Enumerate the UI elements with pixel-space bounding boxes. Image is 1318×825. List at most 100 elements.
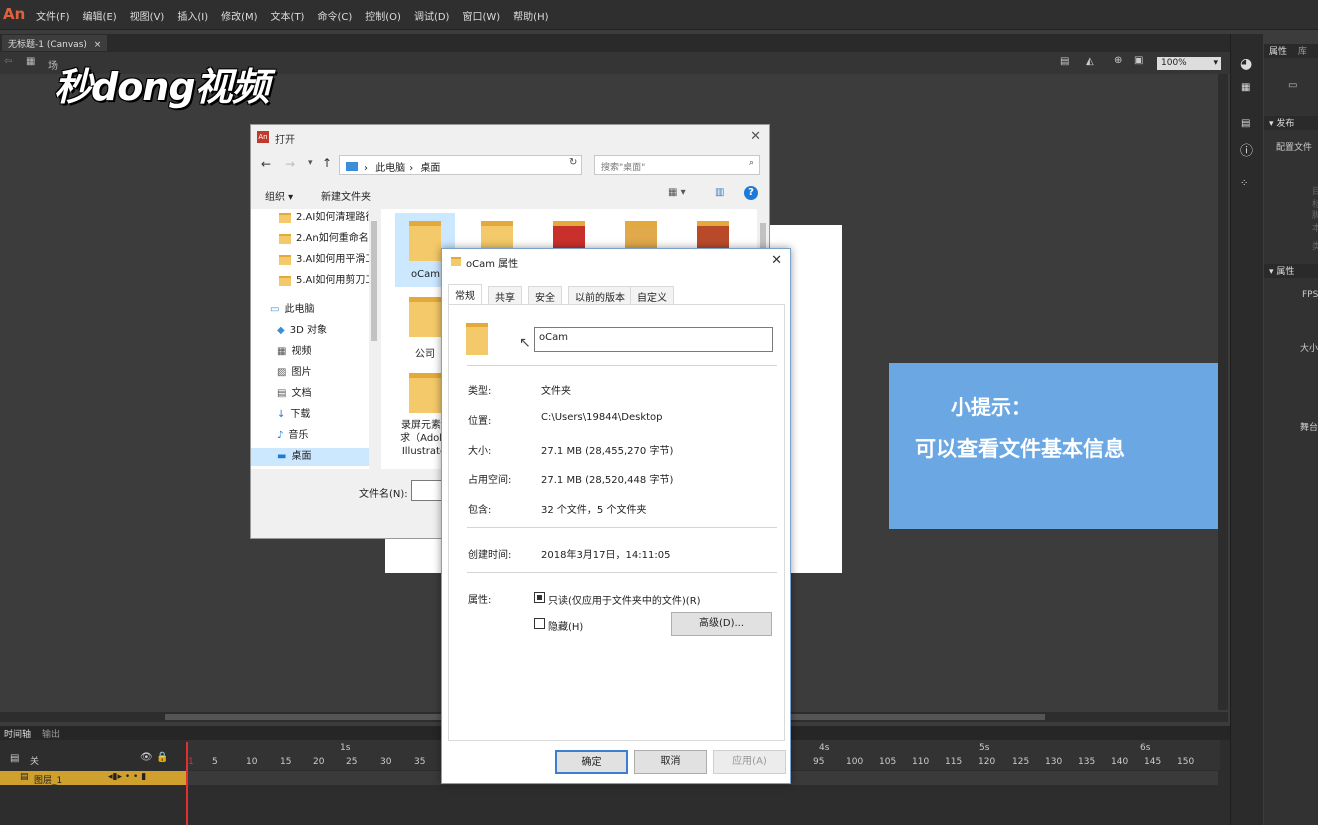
nav-scrollbar[interactable] xyxy=(369,209,379,469)
download-icon: ↓ xyxy=(277,409,286,420)
info-icon[interactable]: ⓘ xyxy=(1240,140,1253,159)
nav-desktop[interactable]: ▬ 桌面 xyxy=(251,448,369,466)
nav-3d-objects[interactable]: ◆ 3D 对象 xyxy=(277,322,327,340)
lock-icon[interactable]: 🔒 xyxy=(156,752,168,763)
refresh-icon[interactable]: ↻ xyxy=(569,157,577,168)
tab-customize[interactable]: 自定义 xyxy=(630,286,674,304)
folder-icon xyxy=(553,221,585,251)
tab-security[interactable]: 安全 xyxy=(528,286,562,304)
back-icon[interactable]: ← xyxy=(261,157,271,171)
menu-file[interactable]: 文件(F) xyxy=(36,8,70,23)
search-input[interactable]: 搜索"桌面" ⌕ xyxy=(594,155,760,175)
breadcrumb-desktop[interactable]: 桌面 xyxy=(420,163,440,174)
chevron-down-icon: ▾ xyxy=(1213,58,1218,68)
menu-insert[interactable]: 插入(I) xyxy=(177,8,208,23)
tab-output[interactable]: 输出 xyxy=(42,727,60,740)
nav-music[interactable]: ♪ 音乐 xyxy=(277,427,308,445)
tab-sharing[interactable]: 共享 xyxy=(488,286,522,304)
folder-name-value: oCam xyxy=(539,332,568,343)
hidden-checkbox[interactable] xyxy=(534,618,545,629)
tab-timeline[interactable]: 时间轴 xyxy=(4,727,31,740)
organize-button[interactable]: 组织 ▾ xyxy=(265,188,293,203)
help-icon[interactable]: ? xyxy=(744,186,758,200)
layer-name[interactable]: 图层_1 xyxy=(34,773,62,786)
clapper-icon[interactable]: ▤ xyxy=(1060,56,1069,67)
cancel-button[interactable]: 取消 xyxy=(634,750,707,774)
menu-window[interactable]: 窗口(W) xyxy=(462,8,500,23)
scene-icon[interactable]: ▦ xyxy=(26,56,35,67)
stage-vscrollbar[interactable] xyxy=(1218,74,1228,710)
layer-row[interactable]: ▤ 图层_1 ◂▮▸ • • ▮ xyxy=(0,771,186,786)
nav-downloads[interactable]: ↓ 下载 xyxy=(277,406,310,424)
frame-number: 150 xyxy=(1177,757,1195,767)
hint-text: 可以查看文件基本信息 xyxy=(915,437,1125,461)
nav-this-pc[interactable]: ▭ 此电脑 xyxy=(270,301,314,319)
menu-help[interactable]: 帮助(H) xyxy=(513,8,548,23)
address-bar[interactable]: › 此电脑 › 桌面 xyxy=(339,155,582,175)
tab-properties[interactable]: 属性 xyxy=(1269,47,1287,57)
back-arrow-icon[interactable]: ⇦ xyxy=(4,56,12,67)
forward-icon[interactable]: → xyxy=(285,157,295,171)
nav-folder[interactable]: 2.AI如何清理路径 xyxy=(279,209,375,227)
separator xyxy=(467,527,777,528)
menu-edit[interactable]: 编辑(E) xyxy=(83,8,117,23)
zoom-select[interactable]: 100% ▾ xyxy=(1157,57,1221,70)
document-tab[interactable]: 无标题-1 (Canvas) × xyxy=(2,35,108,51)
tab-previous-versions[interactable]: 以前的版本 xyxy=(568,286,632,304)
publish-header[interactable]: ▾ 发布 xyxy=(1264,116,1318,130)
playhead[interactable] xyxy=(186,742,188,825)
center-stage-icon[interactable]: ⊕ xyxy=(1114,55,1122,66)
eye-icon[interactable]: 👁 xyxy=(140,752,153,763)
tab-general[interactable]: 常规 xyxy=(448,284,482,305)
close-icon[interactable]: ✕ xyxy=(771,253,782,268)
nav-folder[interactable]: 3.AI如何用平滑工 xyxy=(279,251,375,269)
nav-pictures[interactable]: ▨ 图片 xyxy=(277,364,311,382)
preview-pane-icon[interactable]: ▥ xyxy=(715,187,724,198)
search-icon: ⌕ xyxy=(748,158,754,168)
menu-control[interactable]: 控制(O) xyxy=(365,8,401,23)
menu-bar: An 文件(F) 编辑(E) 视图(V) 插入(I) 修改(M) 文本(T) 命… xyxy=(0,0,1318,30)
align-icon[interactable]: ▦ xyxy=(1241,82,1250,93)
layer-controls[interactable]: ◂▮▸ • • ▮ xyxy=(108,772,146,782)
disk-size-value: 27.1 MB (28,520,448 字节) xyxy=(541,475,674,486)
menu-commands[interactable]: 命令(C) xyxy=(317,8,352,23)
nav-documents[interactable]: ▤ 文档 xyxy=(277,385,311,403)
clip-icon[interactable]: ▣ xyxy=(1134,55,1143,66)
view-icon[interactable]: ▦ ▾ xyxy=(668,187,686,198)
up-icon[interactable]: ↑ xyxy=(322,156,332,170)
readonly-label[interactable]: 只读(仅应用于文件夹中的文件)(R) xyxy=(548,592,701,607)
tab-library[interactable]: 库 xyxy=(1298,47,1307,57)
menu-text[interactable]: 文本(T) xyxy=(271,8,305,23)
desktop-icon: ▬ xyxy=(277,451,287,462)
document-icon: ▤ xyxy=(277,388,287,399)
scrollbar-thumb[interactable] xyxy=(371,221,377,341)
menu-debug[interactable]: 调试(D) xyxy=(414,8,450,23)
motion-icon[interactable]: ⁘ xyxy=(1240,178,1248,189)
video-icon: ▦ xyxy=(277,346,287,357)
ok-button[interactable]: 确定 xyxy=(555,750,628,774)
nav-folder[interactable]: 5.AI如何用剪刀工 xyxy=(279,272,375,290)
edit-symbol-icon[interactable]: ◭ xyxy=(1086,56,1094,67)
properties-header[interactable]: ▾ 属性 xyxy=(1264,264,1318,278)
close-icon[interactable]: × xyxy=(94,40,102,50)
apply-button[interactable]: 应用(A) xyxy=(713,750,786,774)
stage-label: 舞台 xyxy=(1300,423,1318,433)
close-icon[interactable]: ✕ xyxy=(750,129,761,144)
library-icon[interactable]: ▤ xyxy=(1241,118,1250,129)
fps-label: FPS xyxy=(1302,290,1318,300)
folder-name-input[interactable]: oCam xyxy=(534,327,773,352)
profile-label: 配置文件 xyxy=(1276,143,1313,153)
breadcrumb-pc[interactable]: 此电脑 xyxy=(375,163,405,174)
menu-view[interactable]: 视图(V) xyxy=(130,8,165,23)
nav-folder[interactable]: 2.An如何重命名 xyxy=(279,230,369,248)
advanced-button[interactable]: 高级(D)... xyxy=(671,612,772,636)
general-tab-panel: ↖ oCam 类型: 文件夹 位置: C:\Users\19844\Deskto… xyxy=(448,304,785,741)
color-palette-icon[interactable]: ◕ xyxy=(1240,56,1252,72)
hidden-label[interactable]: 隐藏(H) xyxy=(548,618,583,633)
frame-number: 20 xyxy=(313,757,325,767)
nav-videos[interactable]: ▦ 视频 xyxy=(277,343,311,361)
chevron-down-icon[interactable]: ▾ xyxy=(308,158,313,168)
readonly-checkbox[interactable] xyxy=(534,592,545,603)
new-folder-button[interactable]: 新建文件夹 xyxy=(321,188,371,203)
menu-modify[interactable]: 修改(M) xyxy=(221,8,257,23)
